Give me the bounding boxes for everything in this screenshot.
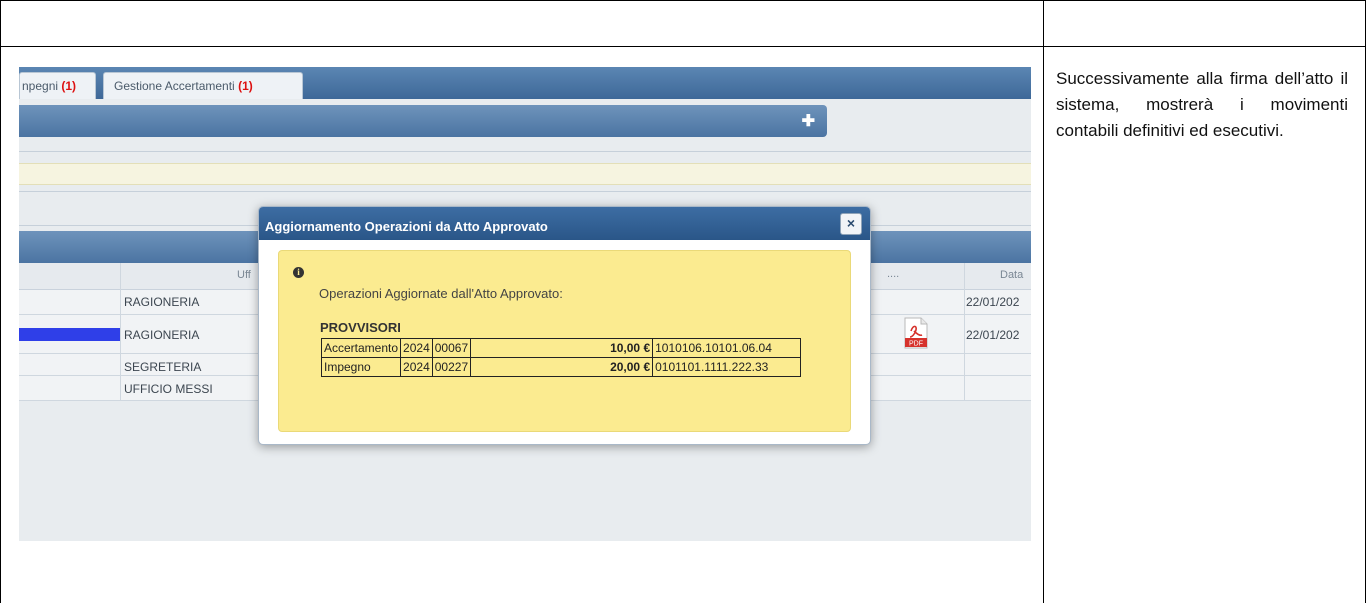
row-ufficio[interactable]: RAGIONERIA xyxy=(124,328,199,342)
row-data[interactable]: 22/01/202 xyxy=(966,328,1019,342)
op-anno: 2024 xyxy=(400,338,433,358)
table-row: Accertamento 2024 00067 10,00 € 1010106.… xyxy=(320,338,802,358)
op-numero: 00067 xyxy=(431,338,472,358)
op-numero: 00227 xyxy=(431,357,472,377)
frame-row-divider xyxy=(0,46,1366,47)
info-message-box: i Operazioni Aggiornate dall'Atto Approv… xyxy=(278,250,851,432)
selected-row-highlight[interactable] xyxy=(19,328,120,341)
info-band xyxy=(19,163,1031,185)
row-ufficio[interactable]: UFFICIO MESSI xyxy=(124,382,213,396)
header-pdf[interactable]: .... xyxy=(887,268,899,280)
close-button[interactable]: × xyxy=(840,213,862,235)
tab-impegni-label: npegni xyxy=(22,79,59,93)
tab-bar: npegni (1) Gestione Accertamenti (1) xyxy=(19,67,1031,99)
row-ufficio[interactable]: RAGIONERIA xyxy=(124,295,199,309)
operations-table: Accertamento 2024 00067 10,00 € 1010106.… xyxy=(320,338,802,377)
op-tipo: Impegno xyxy=(320,357,402,377)
section-title: PROVVISORI xyxy=(320,320,401,335)
table-row: Impegno 2024 00227 20,00 € 0101101.1111.… xyxy=(320,357,802,377)
header-ufficio[interactable]: Uff xyxy=(237,269,251,281)
tab-impegni-count: (1) xyxy=(61,79,77,93)
info-icon: i xyxy=(293,267,304,278)
frame-top xyxy=(0,0,1366,1)
row-ufficio[interactable]: SEGRETERIA xyxy=(124,360,201,374)
op-codice: 1010106.10101.06.04 xyxy=(652,338,802,358)
frame-left xyxy=(0,0,1,603)
tab-accertamenti-count: (1) xyxy=(238,79,253,93)
op-anno: 2024 xyxy=(400,357,433,377)
plus-icon[interactable]: ✚ xyxy=(802,111,815,131)
tab-gestione-accertamenti[interactable]: Gestione Accertamenti (1) xyxy=(103,72,303,99)
dialog-title-bar[interactable]: Aggiornamento Operazioni da Atto Approva… xyxy=(259,207,870,240)
grid-col-line xyxy=(120,263,121,401)
dialog-title: Aggiornamento Operazioni da Atto Approva… xyxy=(265,219,548,234)
collapsible-panel-header[interactable]: ✚ xyxy=(19,105,827,137)
message-text: Operazioni Aggiornate dall'Atto Approvat… xyxy=(319,286,563,301)
pdf-icon[interactable]: PDF xyxy=(904,317,928,349)
tab-accertamenti-label: Gestione Accertamenti xyxy=(114,79,235,93)
description-text: Successivamente alla firma dell’atto il … xyxy=(1056,69,1348,140)
grid-col-line xyxy=(964,263,965,401)
row-data[interactable]: 22/01/202 xyxy=(966,295,1019,309)
frame-middle xyxy=(1043,0,1044,603)
pdf-label: PDF xyxy=(909,341,923,348)
divider xyxy=(19,191,1031,192)
tab-impegni[interactable]: npegni (1) xyxy=(19,72,96,99)
update-operations-dialog: Aggiornamento Operazioni da Atto Approva… xyxy=(258,206,871,445)
divider xyxy=(19,151,1031,152)
op-codice: 0101101.1111.222.33 xyxy=(652,357,802,377)
op-importo: 10,00 € xyxy=(470,338,654,358)
header-data[interactable]: Data xyxy=(1000,269,1023,281)
op-tipo: Accertamento xyxy=(320,338,402,358)
op-importo: 20,00 € xyxy=(470,357,654,377)
